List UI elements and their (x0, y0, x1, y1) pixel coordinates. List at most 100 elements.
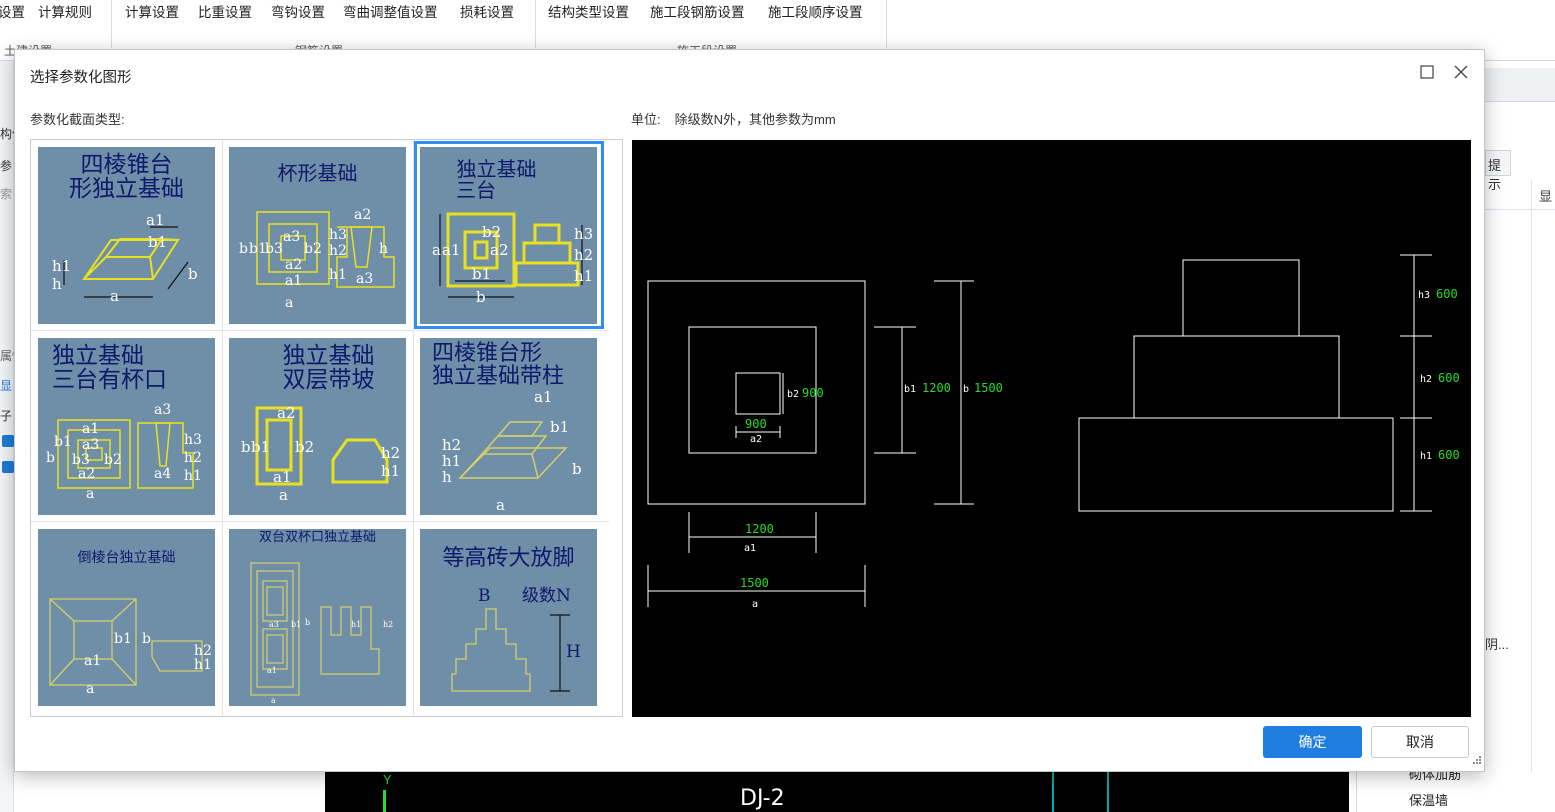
shape-diagram: a3 b1 b h1 h2 a1 a (250, 562, 393, 705)
svg-text:b2: b2 (787, 389, 799, 400)
svg-text:a: a (110, 287, 119, 305)
svg-text:h2: h2 (184, 450, 202, 466)
maximize-icon[interactable] (1420, 65, 1434, 79)
svg-text:b1: b1 (114, 631, 132, 647)
ribbon-item-calc-rules[interactable]: 计算规则 (38, 1, 92, 21)
shape-tile-double-layer-slope[interactable]: 独立基础 双层带坡 a2 b b1 b2 a1 a h2 h1 (223, 332, 413, 520)
svg-text:b: b (46, 450, 55, 466)
resize-grip-icon[interactable] (1472, 755, 1482, 765)
ribbon-item-segment-rebar[interactable]: 施工段钢筋设置 (650, 1, 745, 21)
svg-text:a2: a2 (285, 257, 302, 273)
right-panel-tab[interactable]: 提示 (1485, 150, 1511, 192)
svg-text:h: h (379, 241, 388, 257)
svg-text:a3: a3 (82, 437, 99, 453)
svg-text:a2: a2 (277, 404, 296, 422)
svg-text:a1: a1 (84, 653, 101, 669)
elevation-middle-step (1133, 335, 1340, 419)
shape-tile-cup-footing[interactable]: 杯形基础 a2 bb1b3 a3b2 a2a1 a h3h2 h1h (223, 141, 413, 329)
ribbon-item-loss-settings[interactable]: 损耗设置 (460, 1, 514, 21)
svg-text:h2: h2 (329, 243, 347, 259)
close-icon[interactable] (1453, 64, 1469, 80)
svg-text:a: a (271, 696, 276, 705)
grid-line (1531, 180, 1532, 780)
shape-thumbnail: 独立基础 三台有杯口 a3 a1 b1 a3 b b3 b2 a2 a a4 h3 h2 h1 (38, 338, 215, 515)
left-panel-text[interactable]: 索 (0, 185, 12, 202)
checkbox-checked[interactable] (2, 435, 14, 447)
svg-text:a1: a1 (744, 543, 756, 554)
shape-thumbnail: 独立基础 三台 b2 a a1 a2 b1 b h3 h2 h1 (420, 147, 597, 324)
svg-text:1500: 1500 (740, 576, 769, 590)
svg-text:a1: a1 (285, 273, 302, 289)
ribbon-item-structure-type[interactable]: 结构类型设置 (548, 1, 629, 21)
shape-thumbnail: 等高砖大放脚 B 级数N H (420, 529, 597, 706)
checkbox-checked[interactable] (2, 461, 14, 473)
canvas-drawing-label: DJ-2 (740, 786, 785, 811)
canvas-axis-line (1107, 772, 1109, 812)
svg-text:b: b (142, 631, 151, 647)
ribbon-item-weight-settings[interactable]: 比重设置 (198, 1, 252, 21)
svg-text:a4: a4 (154, 466, 171, 482)
shape-thumbnail: 双台双杯口独立基础 a3 b1 b h1 h2 a1 a (229, 529, 406, 706)
svg-text:a1: a1 (267, 666, 277, 675)
list-item[interactable]: 保温墙 (1409, 790, 1448, 809)
ribbon-item-calc-settings[interactable]: 计算设置 (125, 1, 179, 21)
shape-tile-three-step-with-cup[interactable]: 独立基础 三台有杯口 a3 a1 b1 a3 b b3 b2 a2 a a4 h3 h2 h1 (32, 332, 222, 520)
shape-thumbnail: 杯形基础 a2 bb1b3 a3b2 a2a1 a h3h2 h1h (229, 147, 406, 324)
ribbon-item-bend-adjust-settings[interactable]: 弯曲调整值设置 (343, 1, 438, 21)
shape-tile-three-step-footing[interactable]: 独立基础 三台 b2 a a1 a2 b1 b h3 h2 h1 (414, 141, 604, 329)
svg-text:h1: h1 (329, 267, 347, 283)
svg-text:b1: b1 (148, 233, 167, 251)
ribbon-item-hook-settings[interactable]: 弯钩设置 (271, 1, 325, 21)
shape-thumbnail: 四棱锥台 形独立基础 a1 b1 h1 h ab (38, 147, 215, 324)
svg-text:b: b (476, 288, 486, 306)
right-panel: 提示 显 阴... (1484, 68, 1555, 812)
svg-text:a2: a2 (750, 434, 762, 445)
drawing-canvas[interactable] (325, 772, 1349, 812)
svg-text:h1: h1 (574, 267, 593, 285)
ribbon-item-segment-order[interactable]: 施工段顺序设置 (768, 1, 863, 21)
shape-diagram: a2 b b1 b2 a1a h2h1 (241, 404, 400, 504)
left-panel-text: 子 (0, 409, 13, 423)
svg-text:h2: h2 (1420, 374, 1432, 385)
svg-text:b3: b3 (265, 241, 283, 257)
svg-text:b1: b1 (291, 620, 301, 629)
shape-tile-frustum-with-column[interactable]: 四棱锥台形 独立基础带柱 a1 b1 h2 h1 hb a (414, 332, 604, 520)
svg-text:b: b (241, 438, 251, 456)
shape-tile-brick-spread-footing[interactable]: 等高砖大放脚 B 级数N H (414, 523, 604, 711)
svg-text:级数N: 级数N (522, 586, 571, 606)
shape-diagram: B 级数N H (451, 586, 581, 692)
ribbon-item-settings[interactable]: 设置 (0, 1, 25, 21)
shape-tile-pyramid-frustum-footing[interactable]: 四棱锥台 形独立基础 a1 b1 h1 h ab (32, 141, 222, 329)
svg-text:h: h (442, 468, 452, 486)
svg-text:b1: b1 (550, 418, 569, 436)
shape-thumbnail: 独立基础 双层带坡 a2 b b1 b2 a1 a h2 h1 (229, 338, 406, 515)
shape-tile-inverted-frustum[interactable]: 倒棱台独立基础 b1 b a1 a h2 h1 (32, 523, 222, 711)
svg-text:600: 600 (1438, 448, 1460, 462)
svg-text:a: a (279, 486, 288, 504)
preview-drawing: b2 900 900 a2 b1 1200 b 1500 1200 a1 150… (647, 254, 1460, 610)
svg-text:a3: a3 (283, 229, 300, 245)
shape-diagram: a3a1 b1 a3 b b3 b2a2 aa4 h3h2h1 (46, 402, 202, 502)
svg-text:b2: b2 (295, 438, 314, 456)
plan-inner-rect (735, 372, 781, 415)
right-panel-row-text: 阴... (1485, 637, 1509, 652)
svg-text:h2: h2 (574, 246, 593, 264)
svg-text:h1: h1 (351, 620, 361, 629)
select-parametric-shape-dialog: 选择参数化图形 参数化截面类型: 单位: 除级数N外，其他参数为mm 四棱锥台 形独… (14, 49, 1485, 772)
confirm-button[interactable]: 确定 (1263, 726, 1362, 758)
svg-text:H: H (566, 642, 581, 662)
svg-text:b: b (239, 241, 248, 257)
elevation-top-step (1182, 259, 1300, 337)
svg-text:a: a (496, 496, 505, 514)
shape-diagram: a1b1 h2h1 hb a (442, 388, 582, 514)
cancel-button[interactable]: 取消 (1371, 726, 1469, 758)
canvas-y-axis-label: Y (383, 772, 392, 787)
shape-diagram: a1 b1 h1h a b (52, 211, 198, 305)
shape-tile-double-cup-footing[interactable]: 双台双杯口独立基础 a3 b1 b h1 h2 a1 a (223, 523, 413, 711)
svg-text:h2: h2 (383, 620, 393, 629)
svg-text:b1: b1 (472, 265, 491, 283)
svg-text:h1: h1 (381, 462, 400, 480)
shape-grid: 四棱锥台 形独立基础 a1 b1 h1 h ab 杯形基础 a2 b b1 b3… (30, 139, 623, 717)
svg-text:a1: a1 (146, 211, 165, 229)
svg-text:a: a (86, 486, 94, 502)
